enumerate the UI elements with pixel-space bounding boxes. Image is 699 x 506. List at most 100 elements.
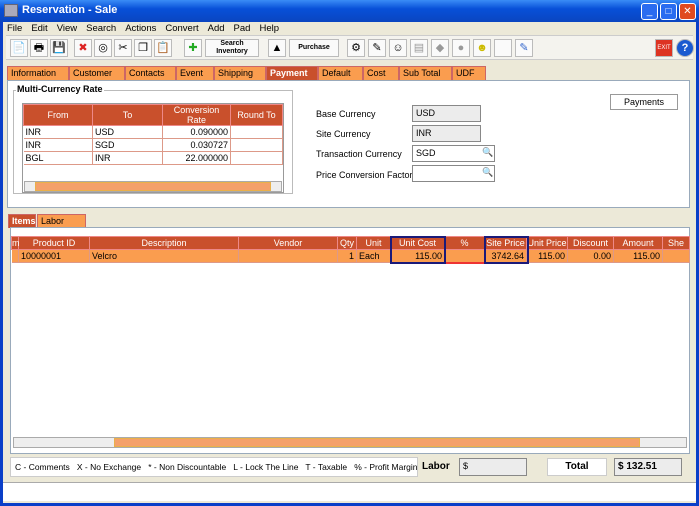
cell-description[interactable]: Velcro (89, 249, 239, 263)
tab-udf[interactable]: UDF (452, 66, 486, 80)
user-icon[interactable]: ☺ (389, 39, 407, 57)
tab-event[interactable]: Event (176, 66, 214, 80)
status-bar (3, 482, 696, 501)
col-unit-price[interactable]: Unit Price (526, 236, 568, 250)
tab-payment[interactable]: Payment (266, 66, 318, 80)
total-field[interactable]: $ 132.51 (614, 458, 682, 476)
payments-button[interactable]: Payments (610, 94, 678, 110)
col-percent[interactable]: % (444, 236, 485, 250)
menu-pad[interactable]: Pad (234, 23, 251, 34)
cell-discount[interactable]: 0.00 (567, 249, 614, 263)
cell-round-to[interactable] (230, 125, 283, 139)
copy-icon[interactable]: ❐ (134, 39, 152, 57)
shapes-icon[interactable]: ▲ (268, 39, 286, 57)
col-round-to[interactable]: Round To (230, 104, 283, 126)
delete-icon[interactable]: ✖ (74, 39, 92, 57)
help-icon[interactable]: ? (676, 39, 694, 57)
cell-qty[interactable]: 1 (337, 249, 357, 263)
menu-add[interactable]: Add (208, 23, 225, 34)
col-amount[interactable]: Amount (613, 236, 663, 250)
maximize-button[interactable]: □ (660, 3, 677, 20)
close-button[interactable]: ✕ (679, 3, 696, 20)
blank-button[interactable] (494, 39, 512, 57)
cell-vendor[interactable] (238, 249, 338, 263)
search-icon[interactable]: 🔍 (482, 147, 493, 158)
new-icon[interactable]: 📄 (10, 39, 28, 57)
binoculars-icon[interactable]: ◎ (94, 39, 112, 57)
tab-sub-total[interactable]: Sub Total (399, 66, 452, 80)
menu-search[interactable]: Search (86, 23, 116, 34)
menu-edit[interactable]: Edit (31, 23, 47, 34)
currency-table-scrollbar[interactable] (24, 181, 282, 192)
paste-icon[interactable]: 📋 (154, 39, 172, 57)
exit-button[interactable]: EXIT (655, 39, 673, 57)
cell-rate[interactable]: 0.030727 (162, 138, 231, 152)
minimize-button[interactable]: _ (641, 3, 658, 20)
menu-help[interactable]: Help (259, 23, 279, 34)
table-row[interactable]: INR USD 0.090000 (23, 125, 283, 139)
tab-items[interactable]: Items (8, 214, 36, 228)
cell-rate[interactable]: 0.090000 (162, 125, 231, 139)
tab-contacts[interactable]: Contacts (125, 66, 176, 80)
cell-from[interactable]: INR (23, 138, 93, 152)
cell-unit-price[interactable]: 115.00 (526, 249, 568, 263)
cell-from[interactable]: INR (23, 125, 93, 139)
group-icon[interactable]: ⚙ (347, 39, 365, 57)
table-row[interactable]: INR SGD 0.030727 (23, 138, 283, 152)
cell-amount[interactable]: 115.00 (613, 249, 663, 263)
edit-note-icon[interactable]: ✎ (368, 39, 386, 57)
add-icon[interactable]: ✚ (184, 39, 202, 57)
col-vendor[interactable]: Vendor (238, 236, 338, 250)
cut-icon[interactable]: ✂ (114, 39, 132, 57)
tab-customer[interactable]: Customer (69, 66, 125, 80)
cell-she[interactable] (662, 249, 690, 263)
col-product-id[interactable]: Product ID (18, 236, 90, 250)
col-from[interactable]: From (23, 104, 93, 126)
smiley-icon[interactable]: ☻ (473, 39, 491, 57)
items-horizontal-scrollbar[interactable] (13, 437, 687, 448)
tab-default[interactable]: Default (318, 66, 363, 80)
menu-actions[interactable]: Actions (125, 23, 156, 34)
search-icon[interactable]: 🔍 (482, 167, 493, 178)
tab-shipping[interactable]: Shipping (214, 66, 266, 80)
cell-round-to[interactable] (230, 151, 283, 165)
col-description[interactable]: Description (89, 236, 239, 250)
print-icon[interactable]: 🖶 (30, 39, 48, 57)
tab-cost[interactable]: Cost (363, 66, 399, 80)
chat-icon[interactable]: ● (452, 39, 470, 57)
tab-information[interactable]: Information (7, 66, 69, 80)
col-discount[interactable]: Discount (567, 236, 614, 250)
legend-text: C - Comments X - No Exchange * - Non Dis… (10, 457, 418, 477)
cell-percent[interactable] (444, 249, 485, 264)
col-conversion-rate[interactable]: Conversion Rate (162, 104, 231, 126)
search-inventory-button[interactable]: Search Inventory (205, 39, 259, 57)
col-m[interactable]: m (11, 236, 20, 250)
notepad-icon[interactable]: ✎ (515, 39, 533, 57)
save-icon[interactable]: 💾 (50, 39, 68, 57)
cell-rate[interactable]: 22.000000 (162, 151, 231, 165)
box-icon[interactable]: ◆ (431, 39, 449, 57)
purchase-button[interactable]: Purchase (289, 39, 339, 57)
cell-to[interactable]: SGD (92, 138, 163, 152)
site-currency-field[interactable]: INR (412, 125, 481, 142)
menu-file[interactable]: File (7, 23, 22, 34)
col-qty[interactable]: Qty (337, 236, 357, 250)
table-row[interactable]: 10000001 Velcro 1 Each 115.00 3742.64 115.00 0.… (11, 249, 690, 264)
cell-from[interactable]: BGL (23, 151, 93, 165)
labor-field[interactable]: $ (459, 458, 527, 476)
cell-product-id[interactable]: 10000001 (18, 249, 90, 263)
table-row[interactable]: BGL INR 22.000000 (23, 151, 283, 165)
col-she[interactable]: She (662, 236, 690, 250)
menu-convert[interactable]: Convert (165, 23, 198, 34)
cell-to[interactable]: INR (92, 151, 163, 165)
col-to[interactable]: To (92, 104, 163, 126)
document-icon[interactable]: ▤ (410, 39, 428, 57)
tab-labor[interactable]: Labor (37, 214, 86, 228)
cell-round-to[interactable] (230, 138, 283, 152)
cell-to[interactable]: USD (92, 125, 163, 139)
menu-view[interactable]: View (57, 23, 77, 34)
cell-unit[interactable]: Each (356, 249, 391, 263)
cell-m[interactable] (11, 249, 19, 263)
base-currency-field[interactable]: USD (412, 105, 481, 122)
col-unit[interactable]: Unit (356, 236, 391, 250)
